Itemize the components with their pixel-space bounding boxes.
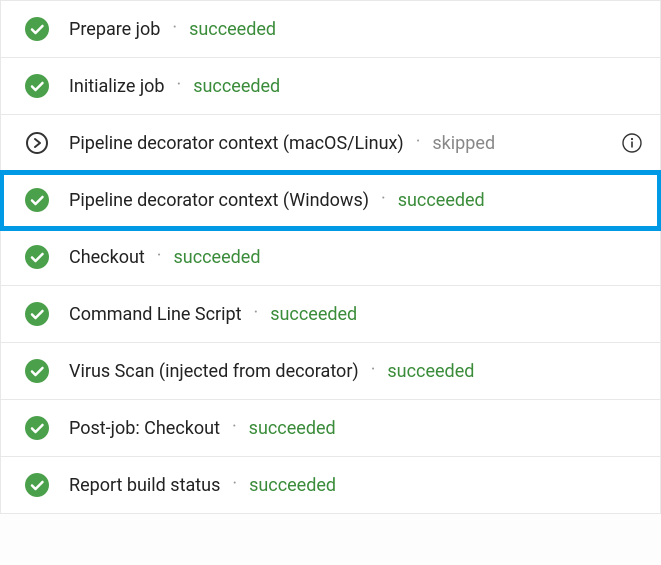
step-row[interactable]: Initialize job · succeeded — [1, 58, 660, 115]
success-icon — [25, 416, 49, 440]
separator: · — [381, 188, 386, 209]
success-icon — [25, 188, 49, 212]
success-icon — [25, 245, 49, 269]
step-name: Post-job: Checkout — [69, 418, 220, 439]
step-row[interactable]: Virus Scan (injected from decorator) · s… — [1, 343, 660, 400]
success-icon — [25, 359, 49, 383]
step-row[interactable]: Prepare job · succeeded — [1, 0, 660, 58]
step-row[interactable]: Post-job: Checkout · succeeded — [1, 400, 660, 457]
skipped-icon — [25, 131, 49, 155]
step-name: Pipeline decorator context (macOS/Linux) — [69, 133, 404, 154]
step-status: succeeded — [270, 304, 357, 325]
step-status: succeeded — [174, 247, 261, 268]
step-name: Initialize job — [69, 76, 165, 97]
separator: · — [157, 245, 162, 266]
step-row[interactable]: Pipeline decorator context (macOS/Linux)… — [1, 115, 660, 172]
step-name: Command Line Script — [69, 304, 242, 325]
separator: · — [172, 17, 177, 38]
separator: · — [371, 359, 376, 380]
success-icon — [25, 74, 49, 98]
pipeline-steps-list: Prepare job · succeeded Initialize job ·… — [0, 0, 661, 514]
success-icon — [25, 473, 49, 497]
success-icon — [25, 302, 49, 326]
separator: · — [232, 473, 237, 494]
step-name: Prepare job — [69, 19, 160, 40]
step-row[interactable]: Checkout · succeeded — [1, 229, 660, 286]
step-name: Virus Scan (injected from decorator) — [69, 361, 359, 382]
step-row[interactable]: Command Line Script · succeeded — [1, 286, 660, 343]
step-name: Report build status — [69, 475, 220, 496]
separator: · — [416, 131, 421, 152]
separator: · — [232, 416, 237, 437]
step-status: succeeded — [249, 418, 336, 439]
step-row[interactable]: Report build status · succeeded — [1, 457, 660, 514]
step-status: succeeded — [387, 361, 474, 382]
separator: · — [177, 74, 182, 95]
info-icon[interactable] — [622, 133, 642, 153]
step-status: skipped — [432, 133, 495, 154]
step-name: Checkout — [69, 247, 145, 268]
step-row-highlighted[interactable]: Pipeline decorator context (Windows) · s… — [1, 172, 660, 229]
step-status: succeeded — [193, 76, 280, 97]
step-status: succeeded — [398, 190, 485, 211]
step-status: succeeded — [249, 475, 336, 496]
step-status: succeeded — [189, 19, 276, 40]
success-icon — [25, 17, 49, 41]
step-name: Pipeline decorator context (Windows) — [69, 190, 369, 211]
separator: · — [254, 302, 259, 323]
